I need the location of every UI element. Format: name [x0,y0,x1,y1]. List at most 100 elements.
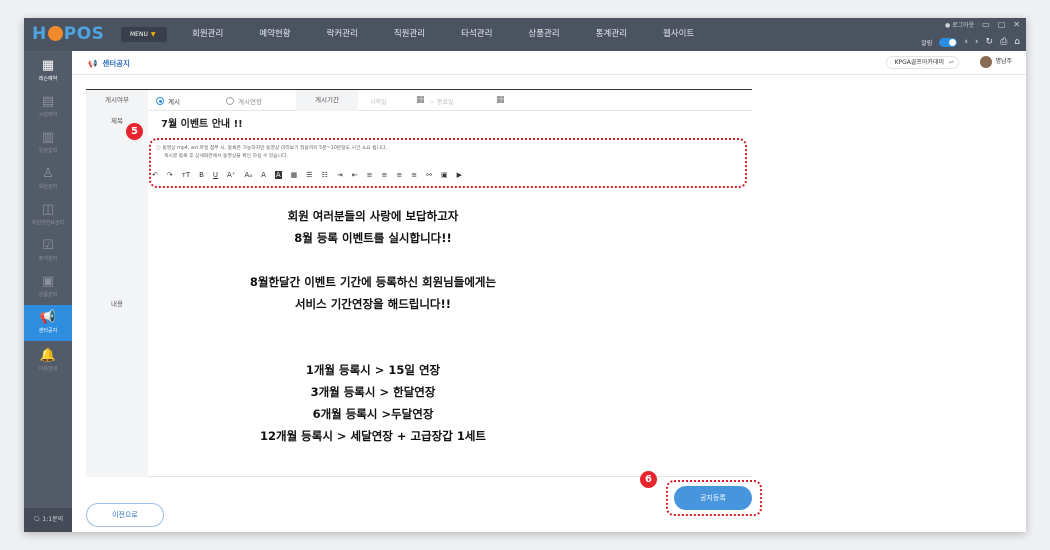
post-label: 게시여부 [86,90,148,111]
back-icon[interactable]: ‹ [964,37,968,47]
radio-checked-icon [156,97,164,105]
swap-icon: ⇌ [948,59,954,66]
radio-post-label: 게시 [168,98,180,106]
sidebar-item-label: 회원관리 [38,184,58,190]
radio-post[interactable]: 게시 [156,96,180,106]
submit-notice-button[interactable]: 공지등록 [674,486,752,510]
sidebar-item-lesson[interactable]: ▦ 레슨예약 [24,53,72,89]
radio-extend[interactable]: 게시연장 [226,96,262,106]
content-label: 내용 [86,131,148,477]
end-date-input[interactable]: ~ 종료일 [430,97,454,106]
editor-content[interactable]: 회원 여러분들의 사랑에 보답하고자 8월 등록 이벤트를 실시합니다!! 8월… [148,205,598,447]
sidebar-item-label: 일정입력 [38,148,58,154]
menu-label: MENU [130,31,148,38]
app-logo[interactable]: H POS [32,24,104,44]
sidebar-item-facility[interactable]: ▤ 시설예약 [24,89,72,125]
app-window: H POS MENU ▼ 회원관리 예약현황 락커관리 직원관리 타석관리 상품관리… [24,18,1026,532]
maximize-icon[interactable]: ▢ [998,20,1006,29]
sidebar-item-schedule[interactable]: ▥ 일정입력 [24,125,72,161]
back-button[interactable]: 이전으로 [86,503,164,527]
sidebar-item-products[interactable]: ▣ 상품관리 [24,269,72,305]
alarm-toggle[interactable] [939,37,958,47]
post-row: 게시여부 게시 게시연장 게시기간 시작일 ▦ ~ 종료일 ▦ [86,89,752,111]
content-line [148,249,598,271]
sidebar: ▦ 레슨예약 ▤ 시설예약 ▥ 일정입력 ♙ 회원관리 ◫ 회원권만료관리 ☑ 출석관리 ▣… [24,51,72,532]
sidebar-item-attendance[interactable]: ☑ 출석관리 [24,233,72,269]
rich-text-editor[interactable]: ⓘ 동영상 mp4, avi 파일 첨부 시, 등록은 가능하지만 동영상 미리… [148,137,752,477]
content-line: 1개월 등록시 > 15일 연장 [305,363,441,377]
content-line: 6개월 등록시 >두달연장 [312,407,434,421]
content-line [148,315,598,337]
megaphone-icon: 📢 [39,310,57,325]
step-badge-6: 6 [640,471,657,488]
content-line: 서비스 기간연장을 해드립니다!! [294,297,452,311]
chat-icon: 🗨 [32,516,43,523]
sidebar-item-label: 센터공지 [38,328,58,334]
nav-item-stats[interactable]: 통계관리 [596,18,627,51]
sidebar-item-guide[interactable]: 🔔 이용안내 [24,343,72,379]
minimize-icon[interactable]: ▭ [982,20,990,29]
calendar-icon: ▦ [41,58,55,73]
sidebar-item-label: 출석관리 [38,256,58,262]
forward-icon[interactable]: › [975,37,979,47]
sidebar-item-label: 시설예약 [38,112,58,118]
sidebar-item-label: 상품관리 [38,292,58,298]
facility-icon: ▤ [41,94,55,109]
schedule-icon: ▥ [41,130,55,145]
nav-item-members[interactable]: 회원관리 [192,18,223,51]
attendance-icon: ☑ [42,238,54,253]
inquiry-button[interactable]: 🗨 1:1문의 [24,508,72,532]
user-menu[interactable]: 명남주 [980,55,1012,69]
nav-item-bays[interactable]: 타석관리 [461,18,492,51]
sidebar-item-label: 회원권만료관리 [31,220,65,226]
chevron-down-icon: ▼ [150,31,156,38]
user-icon: ♙ [42,166,54,181]
period-label: 게시기간 [296,90,358,111]
start-date-input[interactable]: 시작일 [370,97,387,106]
nav-item-lockers[interactable]: 락커관리 [327,18,358,51]
home-icon[interactable]: ⌂ [1014,37,1020,47]
alarm-label: 알림 [921,39,933,47]
calendar-icon[interactable]: ▦ [416,95,425,105]
window-controls: ● 로그아웃 ▭ ▢ ✕ [945,20,1020,29]
close-icon[interactable]: ✕ [1013,20,1020,29]
content-line: 8월한달간 이벤트 기간에 등록하신 회원님들에게는 [249,275,497,289]
nav-item-website[interactable]: 웹사이트 [663,18,694,51]
page-title-text: 센터공지 [102,59,130,68]
sidebar-item-label: 이용안내 [38,366,58,372]
refresh-icon[interactable]: ↻ [986,37,994,47]
radio-extend-label: 게시연장 [238,98,262,106]
club-name: KPGA골프아카데미 [894,59,944,66]
menu-button[interactable]: MENU ▼ [121,27,167,42]
print-icon[interactable]: ⎙ [1000,37,1007,47]
sidebar-item-notice[interactable]: 📢 센터공지 [24,305,72,341]
tool-row: 알림 ‹ › ↻ ⎙ ⌂ [921,37,1020,47]
main-nav: 회원관리 예약현황 락커관리 직원관리 타석관리 상품관리 통계관리 웹사이트 [192,18,730,51]
step-badge-5: 5 [126,123,143,140]
sidebar-item-members[interactable]: ♙ 회원관리 [24,161,72,197]
logout-link[interactable]: ● 로그아웃 [945,20,974,29]
editor-highlight-box [149,138,747,188]
subject-row: 제목 7월 이벤트 안내 !! [86,111,752,131]
club-selector[interactable]: KPGA골프아카데미 ⇌ [885,56,959,69]
nav-item-products[interactable]: 상품관리 [528,18,559,51]
page-title: 📢 센터공지 [88,58,130,69]
content-line: 회원 여러분들의 사랑에 보답하고자 [287,209,459,223]
content-line: 12개월 등록시 > 세달연장 + 고급장갑 1세트 [260,429,486,443]
top-bar: H POS MENU ▼ 회원관리 예약현황 락커관리 직원관리 타석관리 상품관리… [24,18,1026,51]
product-icon: ▣ [41,274,55,289]
avatar [980,55,993,68]
sidebar-item-membership[interactable]: ◫ 회원권만료관리 [24,197,72,233]
bell-icon: 🔔 [39,348,57,363]
content-line [148,337,598,359]
content-line: 3개월 등록시 > 한달연장 [310,385,436,399]
nav-item-reservations[interactable]: 예약현황 [259,18,290,51]
megaphone-icon: 📢 [88,59,98,68]
user-name: 명남주 [995,58,1012,65]
page-header: 📢 센터공지 KPGA골프아카데미 ⇌ 명남주 [72,51,1026,75]
calendar-icon[interactable]: ▦ [496,95,505,105]
subject-input[interactable]: 7월 이벤트 안내 !! [161,115,243,130]
sidebar-item-label: 레슨예약 [38,76,58,82]
nav-item-staff[interactable]: 직원관리 [394,18,425,51]
membership-icon: ◫ [41,202,55,217]
